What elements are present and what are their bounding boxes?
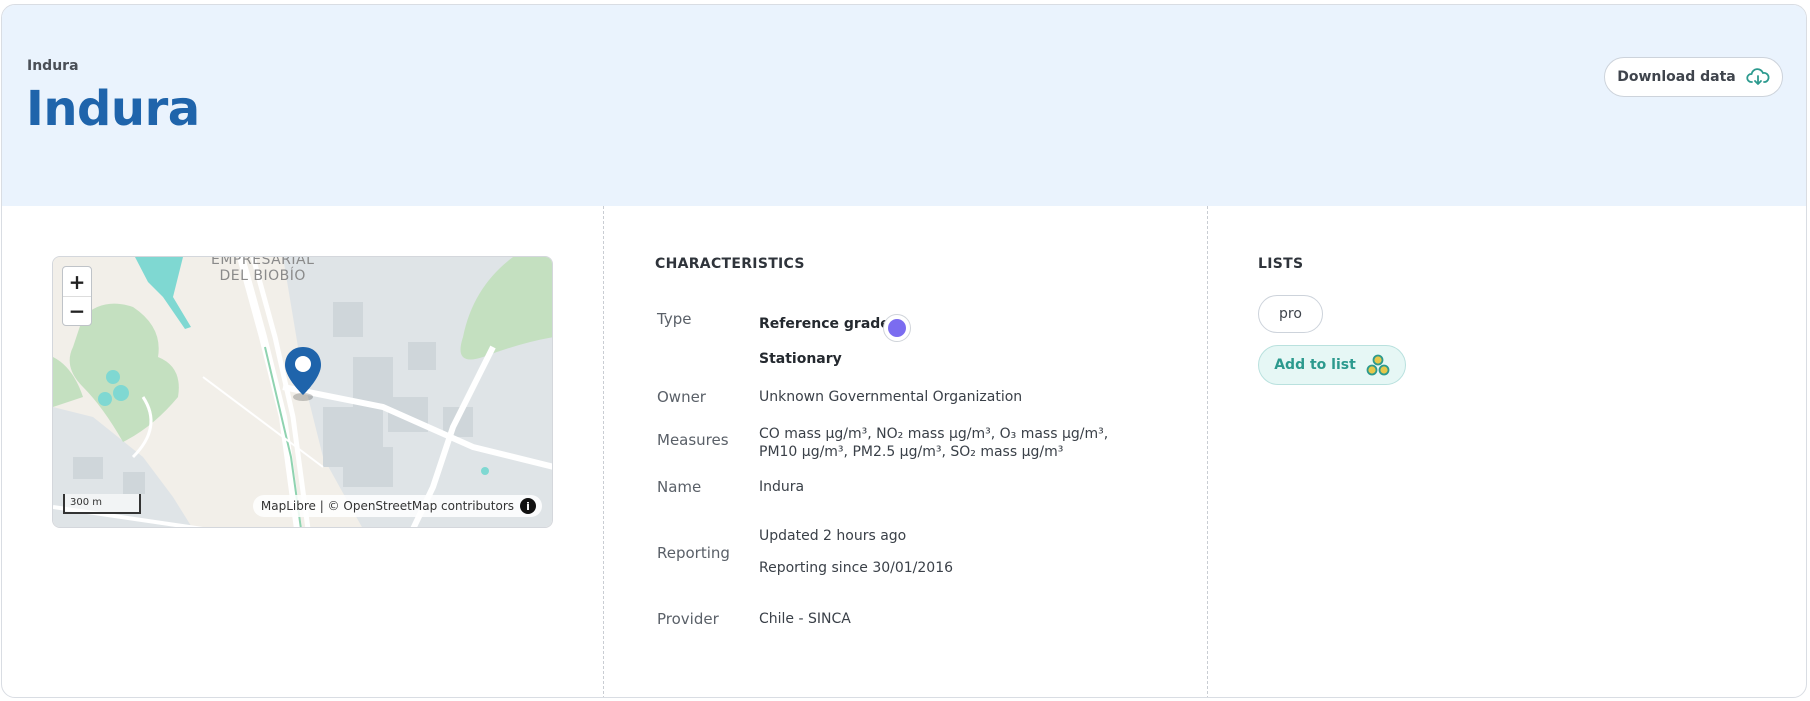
location-card: Indura Indura Download data EMPRESARIAL … (1, 4, 1807, 698)
owner-label: Owner (657, 388, 706, 406)
page-title: Indura (26, 81, 200, 137)
provider-value: Chile - SINCA (759, 611, 851, 627)
reporting-updated: Updated 2 hours ago (759, 528, 907, 544)
type-label: Type (657, 310, 692, 328)
cloud-download-icon (1746, 68, 1770, 85)
add-to-list-button[interactable]: Add to list (1258, 345, 1406, 385)
name-value: Indura (759, 479, 805, 495)
breadcrumb[interactable]: Indura (27, 58, 79, 74)
list-tag-pro[interactable]: pro (1258, 295, 1323, 333)
measures-value: CO mass µg/m³, NO₂ mass µg/m³, O₃ mass µ… (759, 426, 1109, 460)
type-grade: Reference grade (759, 316, 890, 332)
attribution-text[interactable]: MapLibre | © OpenStreetMap contributors (261, 499, 514, 513)
location-map[interactable]: EMPRESARIAL DEL BIOBÍO + − 300 m MapLibr… (52, 256, 553, 528)
map-attribution: MapLibre | © OpenStreetMap contributors … (252, 495, 542, 517)
column-divider (603, 206, 604, 697)
download-data-button[interactable]: Download data (1604, 57, 1783, 97)
page-header: Indura Indura Download data (2, 5, 1806, 206)
map-pin-icon[interactable] (282, 345, 326, 405)
column-divider (1207, 206, 1208, 697)
map-scale: 300 m (63, 494, 141, 514)
lists-heading: LISTS (1258, 256, 1304, 272)
reporting-label: Reporting (657, 544, 730, 562)
reference-grade-badge (883, 314, 911, 342)
characteristics-heading: CHARACTERISTICS (655, 256, 805, 272)
content-area: EMPRESARIAL DEL BIOBÍO + − 300 m MapLibr… (2, 206, 1806, 697)
zoom-out-button[interactable]: − (63, 296, 91, 325)
name-label: Name (657, 478, 702, 496)
zoom-controls: + − (62, 266, 92, 326)
zoom-in-button[interactable]: + (63, 267, 91, 296)
info-icon[interactable]: i (520, 498, 536, 514)
map-area-label: EMPRESARIAL DEL BIOBÍO (211, 256, 315, 284)
measures-label: Measures (657, 431, 729, 449)
add-to-list-label: Add to list (1274, 357, 1356, 373)
owner-value: Unknown Governmental Organization (759, 389, 1023, 405)
reporting-since: Reporting since 30/01/2016 (759, 560, 954, 576)
type-mode: Stationary (759, 351, 842, 367)
download-data-label: Download data (1617, 69, 1736, 85)
provider-label: Provider (657, 610, 719, 628)
three-circles-icon (1366, 354, 1390, 376)
